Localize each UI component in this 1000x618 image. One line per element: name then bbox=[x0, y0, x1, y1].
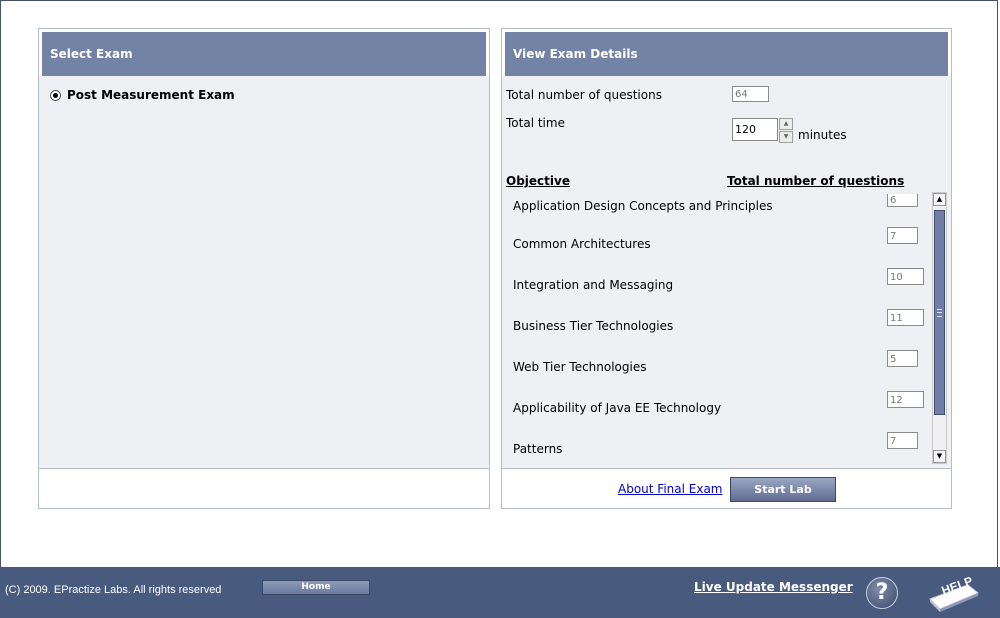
objective-row: Integration and Messaging 10 bbox=[505, 268, 929, 296]
question-mark-icon[interactable]: ? bbox=[866, 577, 898, 609]
exam-option-post-measurement[interactable]: Post Measurement Exam bbox=[50, 88, 235, 102]
objective-column-header: Objective bbox=[506, 174, 570, 188]
objective-row: Applicability of Java EE Technology 12 bbox=[505, 391, 929, 419]
objective-count-field[interactable]: 10 bbox=[887, 268, 924, 285]
objective-count-field[interactable]: 7 bbox=[887, 227, 918, 244]
copyright-text: (C) 2009. EPractize Labs. All rights res… bbox=[5, 584, 222, 596]
total-time-label: Total time bbox=[506, 116, 565, 130]
objective-name: Web Tier Technologies bbox=[513, 360, 647, 374]
objective-row: Patterns 7 bbox=[505, 432, 929, 460]
total-questions-field: 64 bbox=[732, 86, 769, 102]
objective-count-field[interactable]: 11 bbox=[887, 309, 924, 326]
objective-row: Business Tier Technologies 11 bbox=[505, 309, 929, 337]
objective-row: Common Architectures 7 bbox=[505, 227, 929, 255]
objective-name: Common Architectures bbox=[513, 237, 651, 251]
objective-count-field[interactable]: 6 bbox=[887, 194, 918, 207]
footer-bar: (C) 2009. EPractize Labs. All rights res… bbox=[0, 567, 1000, 618]
objective-row: Application Design Concepts and Principl… bbox=[505, 194, 929, 214]
select-exam-body: Post Measurement Exam bbox=[39, 76, 489, 469]
objective-row: Web Tier Technologies 5 bbox=[505, 350, 929, 378]
scroll-up-icon[interactable]: ▲ bbox=[933, 193, 946, 206]
objective-list-scrollbar[interactable]: ▲ ▼ bbox=[932, 192, 947, 464]
exam-option-label: Post Measurement Exam bbox=[67, 88, 235, 102]
live-update-messenger-link[interactable]: Live Update Messenger bbox=[694, 580, 853, 594]
count-column-header: Total number of questions bbox=[727, 174, 905, 188]
start-lab-button[interactable]: Start Lab bbox=[730, 477, 836, 502]
about-final-exam-link[interactable]: About Final Exam bbox=[618, 482, 723, 496]
objective-name: Integration and Messaging bbox=[513, 278, 674, 292]
minutes-label: minutes bbox=[798, 128, 847, 142]
total-time-spinner: ▲ ▼ bbox=[779, 118, 793, 143]
objective-list: Application Design Concepts and Principl… bbox=[505, 194, 929, 467]
scrollbar-thumb[interactable] bbox=[934, 210, 945, 415]
view-exam-details-header: View Exam Details bbox=[505, 32, 948, 76]
view-exam-details-panel: View Exam Details Total number of questi… bbox=[501, 28, 952, 509]
total-time-input[interactable]: 120 bbox=[732, 118, 778, 141]
select-exam-header: Select Exam bbox=[42, 32, 486, 76]
objective-count-field[interactable]: 7 bbox=[887, 432, 918, 449]
radio-selected-icon[interactable] bbox=[50, 89, 61, 101]
objective-name: Patterns bbox=[513, 442, 563, 456]
scroll-down-icon[interactable]: ▼ bbox=[933, 450, 946, 463]
objective-name: Applicability of Java EE Technology bbox=[513, 401, 722, 415]
objective-name: Application Design Concepts and Principl… bbox=[513, 199, 773, 213]
objective-count-field[interactable]: 5 bbox=[887, 350, 918, 367]
help-icon[interactable]: HELP bbox=[928, 574, 980, 613]
spin-down-icon[interactable]: ▼ bbox=[779, 131, 793, 143]
total-questions-label: Total number of questions bbox=[506, 88, 662, 102]
objective-count-field[interactable]: 12 bbox=[887, 391, 924, 408]
select-exam-panel: Select Exam Post Measurement Exam bbox=[38, 28, 490, 509]
objective-name: Business Tier Technologies bbox=[513, 319, 674, 333]
grip-icon bbox=[937, 309, 942, 317]
select-exam-footer bbox=[39, 469, 489, 508]
spin-up-icon[interactable]: ▲ bbox=[779, 118, 793, 130]
home-button[interactable]: Home bbox=[262, 580, 370, 595]
